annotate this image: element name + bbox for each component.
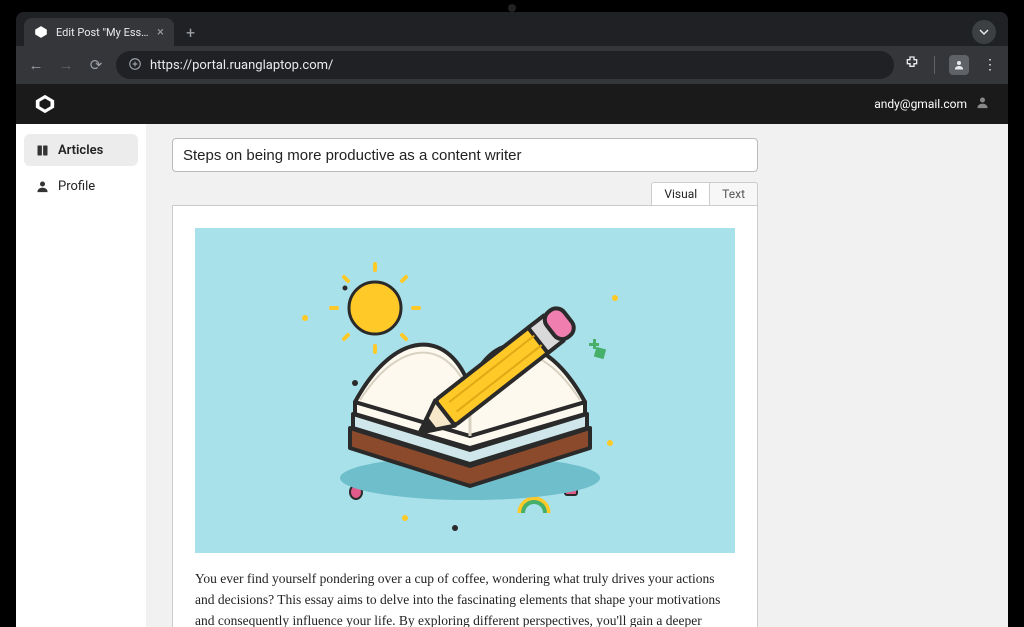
post-title-input[interactable] [172, 138, 758, 172]
tab-close-icon[interactable]: × [157, 25, 164, 40]
profile-icon [34, 178, 50, 194]
main-content: Visual Text [146, 124, 1008, 627]
sidebar-item-label: Articles [58, 143, 103, 158]
editor-mode-tabs: Visual Text [172, 182, 758, 205]
tab-title: Edit Post "My Essay Title" ‹ P… [56, 26, 149, 39]
browser-menu-button[interactable]: ⋮ [983, 57, 998, 73]
sidebar-item-articles[interactable]: Articles [24, 134, 138, 166]
editor-canvas[interactable]: You ever find yourself pondering over a … [172, 205, 758, 627]
featured-image[interactable] [195, 228, 735, 553]
book-pencil-sun-illustration [195, 228, 735, 553]
sidebar-item-label: Profile [58, 179, 95, 194]
divider [934, 56, 935, 74]
url-text: https://portal.ruanglaptop.com/ [150, 58, 333, 73]
browser-tab[interactable]: Edit Post "My Essay Title" ‹ P… × [24, 18, 174, 46]
site-info-icon[interactable] [128, 57, 142, 74]
forward-button[interactable]: → [56, 56, 76, 74]
app-logo-icon[interactable] [34, 93, 56, 115]
post-body-paragraph[interactable]: You ever find yourself pondering over a … [195, 569, 735, 627]
browser-profile-button[interactable] [949, 55, 969, 75]
address-bar: ← → ⟳ https://portal.ruanglaptop.com/ ⋮ [16, 46, 1008, 84]
camera-notch [508, 4, 516, 12]
user-avatar-icon [975, 95, 990, 114]
device-frame: Edit Post "My Essay Title" ‹ P… × + ← → … [0, 0, 1024, 627]
url-field[interactable]: https://portal.ruanglaptop.com/ [116, 51, 894, 79]
app-header: andy@gmail.com [16, 84, 1008, 124]
app-root: andy@gmail.com Articles [16, 84, 1008, 627]
sidebar: Articles Profile [16, 124, 146, 627]
tab-visual[interactable]: Visual [651, 182, 710, 205]
tab-text[interactable]: Text [710, 182, 758, 205]
extensions-icon[interactable] [904, 55, 920, 75]
new-tab-button[interactable]: + [180, 23, 201, 42]
tabs-menu-button[interactable] [972, 20, 996, 44]
user-email: andy@gmail.com [874, 97, 967, 111]
app-user-menu[interactable]: andy@gmail.com [874, 95, 990, 114]
articles-icon [34, 142, 50, 158]
tab-bar: Edit Post "My Essay Title" ‹ P… × + [16, 12, 1008, 46]
back-button[interactable]: ← [26, 56, 46, 74]
sidebar-item-profile[interactable]: Profile [24, 170, 138, 202]
favicon-icon [34, 25, 48, 39]
browser-window: Edit Post "My Essay Title" ‹ P… × + ← → … [16, 12, 1008, 627]
reload-button[interactable]: ⟳ [86, 56, 106, 74]
